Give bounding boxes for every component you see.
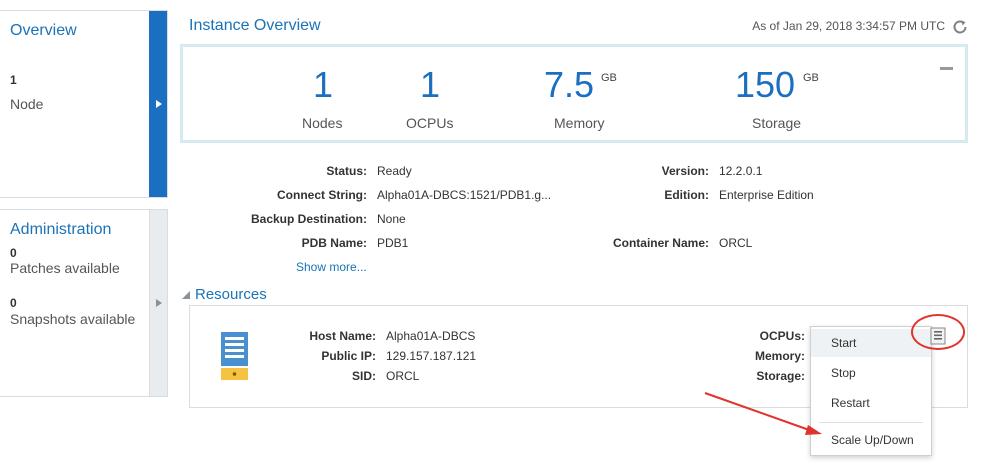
highlight-circle <box>911 314 965 350</box>
overview-title: Overview <box>10 22 77 39</box>
storage-metric: 150 <box>732 67 798 103</box>
nodes-label: Nodes <box>302 115 343 131</box>
snapshots-label: Snapshots available <box>10 311 136 327</box>
resources-title: Resources <box>195 286 267 303</box>
ocpus-value: 1 <box>419 64 441 105</box>
status-label: Status: <box>326 164 367 178</box>
host-name-label: Host Name: <box>309 329 376 343</box>
nodes-value: 1 <box>312 64 334 105</box>
menu-item-restart[interactable]: Restart <box>811 389 931 417</box>
server-icon <box>221 332 248 380</box>
backup-destination-label: Backup Destination: <box>250 212 367 226</box>
administration-card[interactable]: Administration 0 Patches available 0 Sna… <box>0 209 168 397</box>
page-title: Instance Overview <box>189 17 321 34</box>
memory-metric: 7.5 <box>539 67 599 103</box>
refresh-icon[interactable] <box>951 18 969 36</box>
pdb-name-value: PDB1 <box>377 236 409 250</box>
memory-unit: GB <box>601 72 617 84</box>
chevron-right-icon <box>156 299 162 307</box>
collapse-icon[interactable] <box>940 67 953 70</box>
sid-label: SID: <box>352 369 376 383</box>
resource-storage-label: Storage: <box>756 369 805 383</box>
backup-destination-value: None <box>377 212 406 226</box>
container-name-value: ORCL <box>719 236 753 250</box>
resource-ocpus-label: OCPUs: <box>759 329 805 343</box>
node-label: Node <box>10 96 44 112</box>
actions-dropdown-menu: Start Stop Restart Scale Up/Down <box>810 326 932 456</box>
memory-label: Memory <box>554 115 605 131</box>
ocpus-label: OCPUs <box>406 115 454 131</box>
pdb-name-label: PDB Name: <box>301 236 367 250</box>
as-of-timestamp: As of Jan 29, 2018 3:34:57 PM UTC <box>752 19 945 33</box>
menu-item-stop[interactable]: Stop <box>811 359 931 387</box>
resource-memory-label: Memory: <box>754 349 805 363</box>
administration-title: Administration <box>10 221 112 238</box>
nodes-metric: 1 <box>303 67 343 103</box>
public-ip-value: 129.157.187.121 <box>386 349 477 363</box>
show-more-link[interactable]: Show more... <box>296 260 367 274</box>
collapse-triangle-icon <box>182 291 190 300</box>
menu-separator <box>819 422 923 423</box>
snapshots-count: 0 <box>10 296 17 310</box>
storage-value: 150 <box>734 64 796 105</box>
chevron-right-icon <box>156 100 162 108</box>
storage-unit: GB <box>803 72 819 84</box>
public-ip-label: Public IP: <box>321 349 376 363</box>
edition-value: Enterprise Edition <box>719 188 814 202</box>
edition-label: Edition: <box>664 188 709 202</box>
patches-count: 0 <box>10 246 17 260</box>
status-value: Ready <box>377 164 412 178</box>
memory-value: 7.5 <box>543 64 595 105</box>
connect-string-value: Alpha01A-DBCS:1521/PDB1.g... <box>377 188 552 202</box>
sid-value: ORCL <box>386 369 420 383</box>
summary-panel: 1 Nodes 1 OCPUs 7.5 GB Memory 150 GB Sto… <box>180 44 968 143</box>
administration-rail[interactable] <box>149 210 167 396</box>
node-count: 1 <box>10 73 17 87</box>
version-label: Version: <box>661 164 709 178</box>
patches-label: Patches available <box>10 260 120 276</box>
container-name-label: Container Name: <box>612 236 709 250</box>
host-name-value: Alpha01A-DBCS <box>386 329 476 343</box>
ocpus-metric: 1 <box>415 67 445 103</box>
annotation-arrow <box>700 388 825 438</box>
menu-item-scale-up-down[interactable]: Scale Up/Down <box>811 426 931 454</box>
storage-label: Storage <box>752 115 802 131</box>
connect-string-label: Connect String: <box>277 188 367 202</box>
version-value: 12.2.0.1 <box>719 164 763 178</box>
resources-header[interactable]: Resources <box>182 286 267 303</box>
overview-card[interactable]: Overview 1 Node <box>0 10 168 198</box>
overview-rail[interactable] <box>149 11 167 197</box>
